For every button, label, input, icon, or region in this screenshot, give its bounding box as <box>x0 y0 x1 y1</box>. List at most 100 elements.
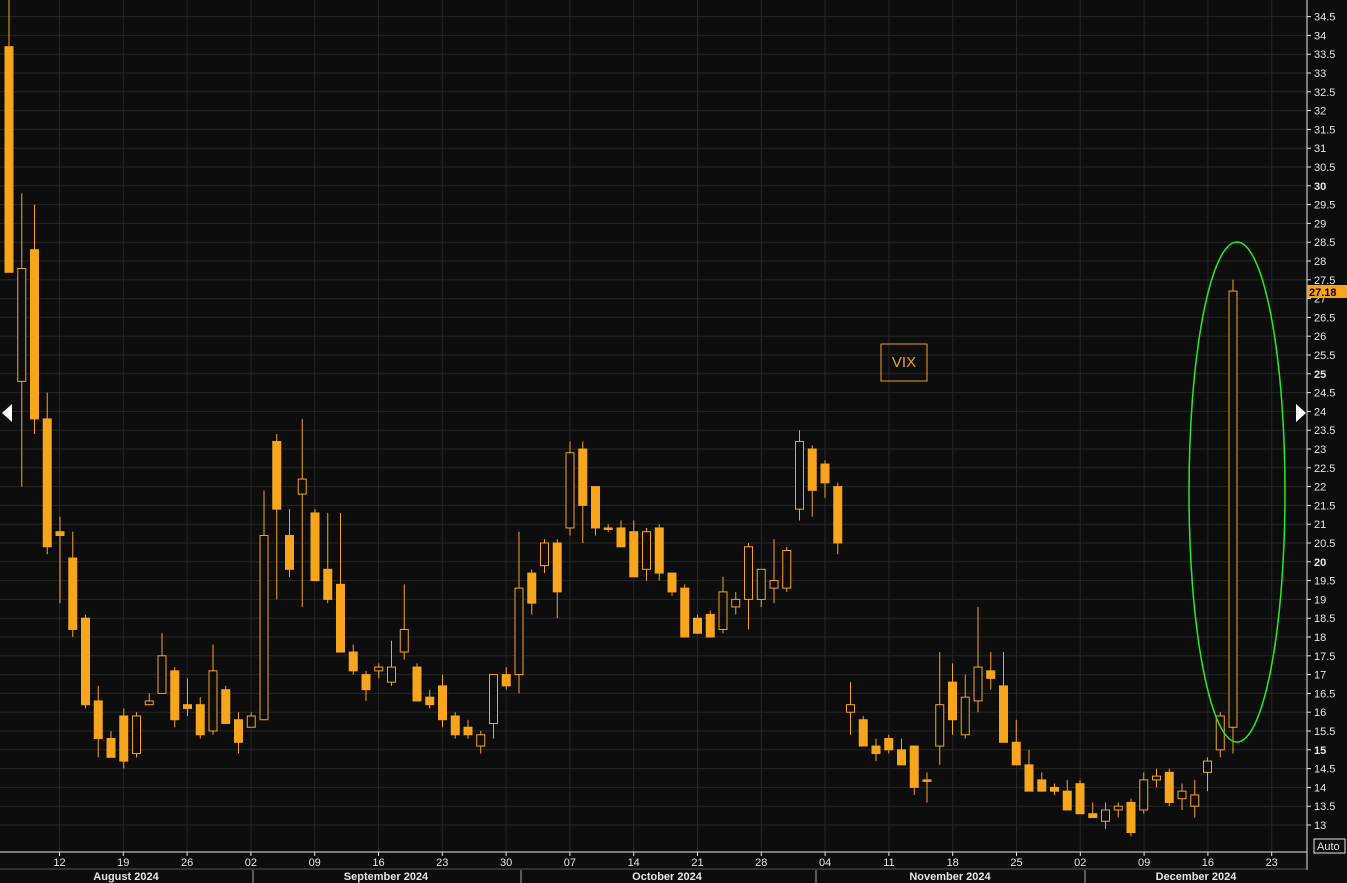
candle-body <box>705 613 715 638</box>
y-tick-label: 15.5 <box>1314 726 1335 738</box>
vix-candlestick-chart: VIX 13 13.5 14 14.5 15 15.5 16 16.5 17 17.5 18 18.5… <box>0 0 1347 883</box>
candle-body <box>654 527 664 574</box>
candle-body <box>769 580 779 589</box>
candle-body <box>297 478 307 495</box>
candle-body <box>1228 290 1238 728</box>
y-tick-label: 25 <box>1314 369 1326 381</box>
last-value-tag: 27.18 <box>1307 285 1347 299</box>
auto-scale-button-label[interactable]: Auto <box>1317 841 1340 853</box>
y-tick-label: 31 <box>1314 143 1326 155</box>
y-tick-label: 23 <box>1314 444 1326 456</box>
x-tick-label: 23 <box>1266 857 1278 869</box>
x-tick-label: 25 <box>1010 857 1022 869</box>
candle-body <box>1062 790 1072 811</box>
candle <box>1228 279 1238 754</box>
candle <box>119 708 129 769</box>
candle <box>412 663 422 702</box>
candle-body <box>1203 760 1212 773</box>
candle <box>591 486 600 536</box>
candle-body <box>144 700 154 706</box>
candle-body <box>909 745 919 788</box>
candle-body <box>1126 801 1136 834</box>
candle-body <box>93 700 103 740</box>
y-tick-label: 29.5 <box>1314 200 1335 212</box>
candle <box>565 441 575 536</box>
candle-body <box>4 46 14 273</box>
x-tick-label: 18 <box>947 857 959 869</box>
candle-body <box>1037 779 1047 792</box>
candle-body <box>463 726 473 736</box>
candle-body <box>871 745 881 755</box>
candle-body <box>285 534 294 570</box>
candle <box>310 509 320 582</box>
y-tick-label: 33 <box>1314 68 1326 80</box>
month-label: August 2024 <box>93 871 159 883</box>
candle <box>858 715 868 747</box>
y-tick-label: 21 <box>1314 519 1326 531</box>
y-tick-label: 19.5 <box>1314 576 1335 588</box>
y-tick-label: 32.5 <box>1314 87 1335 99</box>
candle-body <box>1152 775 1161 781</box>
x-tick-label: 09 <box>309 857 321 869</box>
candle-body <box>208 670 218 732</box>
candle-body <box>81 617 90 706</box>
candle-body <box>374 666 384 672</box>
candle-body <box>412 666 422 702</box>
candle <box>654 524 664 581</box>
y-tick-label: 28.5 <box>1314 237 1335 249</box>
y-tick-label: 29 <box>1314 218 1326 230</box>
x-tick-label: 16 <box>1202 857 1214 869</box>
x-tick-label: 07 <box>564 857 576 869</box>
candle-body <box>1190 794 1200 807</box>
candle-body <box>858 719 868 747</box>
candle-body <box>680 587 690 638</box>
y-tick-label: 24.5 <box>1314 388 1335 400</box>
y-tick-label: 30 <box>1314 181 1326 193</box>
y-tick-label: 34 <box>1314 30 1326 42</box>
candle-body <box>476 734 486 747</box>
candle-body <box>603 527 613 530</box>
candle-body <box>1088 813 1098 818</box>
x-tick-label: 12 <box>53 857 65 869</box>
y-tick-label: 17.5 <box>1314 651 1335 663</box>
candle <box>81 614 90 709</box>
candle-body <box>501 674 511 687</box>
candle-body <box>450 715 460 736</box>
candle <box>450 712 460 739</box>
y-tick-label: 34.5 <box>1314 12 1335 24</box>
candle-body <box>1139 779 1149 811</box>
auto-scale-button[interactable]: Auto <box>1313 838 1346 854</box>
candle-body <box>259 534 269 721</box>
candle-body <box>361 674 371 691</box>
y-tick-label: 15 <box>1314 745 1326 757</box>
candle-body <box>157 655 167 694</box>
x-tick-label: 21 <box>691 857 703 869</box>
candle-body <box>833 486 843 544</box>
candle-body <box>119 715 129 762</box>
candle-body <box>399 628 409 653</box>
y-tick-label: 18.5 <box>1314 613 1335 625</box>
y-tick-label: 26 <box>1314 331 1326 343</box>
last-value-tag-text: 27.18 <box>1309 287 1337 299</box>
y-tick-label: 18 <box>1314 632 1326 644</box>
candle-body <box>1011 741 1021 766</box>
vix-annotation-text: VIX <box>892 354 916 371</box>
candle-body <box>999 685 1008 743</box>
x-tick-label: 23 <box>436 857 448 869</box>
candle-body <box>578 448 588 506</box>
y-tick-label: 25.5 <box>1314 350 1335 362</box>
candle-body <box>30 249 39 420</box>
candle-body <box>310 512 320 582</box>
candle-body <box>973 666 983 702</box>
x-tick-label: 11 <box>883 857 894 869</box>
y-tick-label: 23.5 <box>1314 425 1335 437</box>
candle-body <box>425 696 435 706</box>
candle-body <box>17 268 27 382</box>
candle <box>667 572 677 596</box>
y-tick-label: 14 <box>1314 782 1326 794</box>
candle-body <box>960 696 970 736</box>
y-tick-label: 22 <box>1314 482 1326 494</box>
y-tick-label: 17 <box>1314 670 1326 682</box>
candle-body <box>195 704 205 736</box>
y-tick-label: 26.5 <box>1314 312 1335 324</box>
